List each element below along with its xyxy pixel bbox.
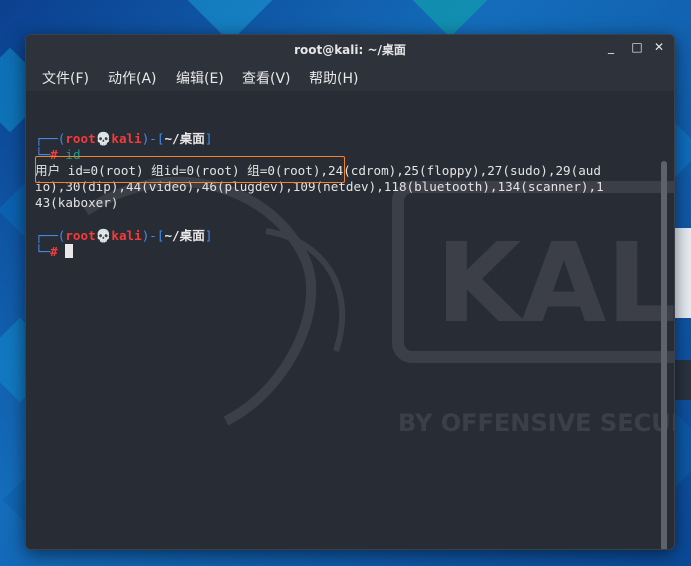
prompt-host: kali [111, 228, 142, 243]
close-button[interactable]: ✕ [652, 40, 666, 54]
menu-file[interactable]: 文件(F) [42, 68, 89, 88]
watermark-kali: KALI [436, 219, 674, 347]
bg-tile [407, 0, 493, 38]
menu-edit[interactable]: 编辑(E) [176, 68, 224, 88]
menu-bar: 文件(F) 动作(A) 编辑(E) 查看(V) 帮助(H) [26, 61, 674, 91]
terminal-window[interactable]: root@kali: ~/桌面 _ □ ✕ 文件(F) 动作(A) 编辑(E) … [25, 34, 675, 550]
menu-action[interactable]: 动作(A) [108, 68, 157, 88]
prompt-corner-bottom: └─ [35, 244, 51, 259]
watermark-subtitle: BY OFFENSIVE SECURITY [398, 409, 674, 437]
prompt-line-1: ┌──(root💀kali)-[~/桌面] [35, 131, 212, 147]
skull-icon: 💀 [95, 131, 112, 146]
prompt-corner: ┌──( [35, 131, 66, 146]
terminal-area[interactable]: KALI BY OFFENSIVE SECURITY ┌──(root💀kali… [26, 91, 674, 549]
prompt-bracket: )-[ [141, 228, 165, 243]
minimize-button[interactable]: _ [604, 40, 618, 54]
command-line-2: └─# [35, 244, 74, 260]
prompt-corner: ┌──( [35, 228, 66, 243]
highlight-annotation-box [35, 156, 345, 183]
prompt-bracket: )-[ [141, 131, 165, 146]
prompt-bracket-end: ] [204, 131, 213, 146]
prompt-path: ~/桌面 [164, 131, 205, 146]
window-title: root@kali: ~/桌面 [294, 43, 406, 57]
menu-view[interactable]: 查看(V) [242, 68, 291, 88]
text-cursor [65, 244, 74, 258]
output-line: 43(kaboxer) [35, 195, 119, 210]
prompt-hash: # [50, 244, 58, 259]
prompt-user: root [65, 228, 96, 243]
maximize-button[interactable]: □ [630, 40, 644, 54]
scrollbar[interactable] [661, 161, 667, 549]
menu-help[interactable]: 帮助(H) [309, 68, 358, 88]
prompt-bracket-end: ] [204, 228, 213, 243]
prompt-line-2: ┌──(root💀kali)-[~/桌面] [35, 228, 212, 244]
prompt-user: root [65, 131, 96, 146]
prompt-host: kali [111, 131, 142, 146]
prompt-path: ~/桌面 [164, 228, 205, 243]
skull-icon: 💀 [95, 228, 112, 243]
title-bar[interactable]: root@kali: ~/桌面 _ □ ✕ [26, 35, 674, 61]
